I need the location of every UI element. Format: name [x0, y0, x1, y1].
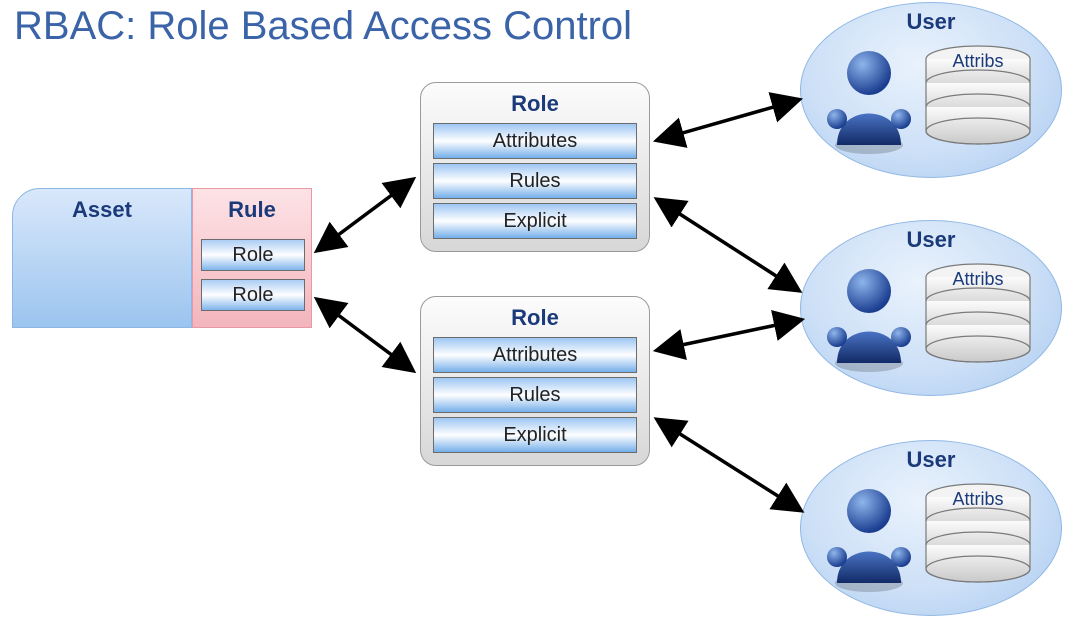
- database-icon: Attribs: [923, 263, 1033, 382]
- diagram-title: RBAC: Role Based Access Control: [14, 4, 632, 49]
- database-label: Attribs: [923, 51, 1033, 72]
- user-3-label: User: [801, 447, 1061, 473]
- database-label: Attribs: [923, 269, 1033, 290]
- database-icon: Attribs: [923, 45, 1033, 164]
- role-panel-1-explicit: Explicit: [433, 203, 637, 239]
- user-1: User Attribs: [800, 2, 1062, 178]
- asset-label: Asset: [13, 197, 191, 223]
- role-panel-1: Role Attributes Rules Explicit: [420, 82, 650, 252]
- role-panel-2-explicit: Explicit: [433, 417, 637, 453]
- rule-role-1: Role: [201, 239, 305, 271]
- role-panel-2-attributes: Attributes: [433, 337, 637, 373]
- role-panel-2-title: Role: [433, 305, 637, 331]
- user-1-label: User: [801, 9, 1061, 35]
- user-icon: [825, 45, 913, 155]
- rule-label: Rule: [193, 197, 311, 223]
- database-icon: Attribs: [923, 483, 1033, 602]
- rule-box: Rule Role Role: [192, 188, 312, 328]
- role-panel-2-rules: Rules: [433, 377, 637, 413]
- role-panel-1-rules: Rules: [433, 163, 637, 199]
- asset-box: Asset: [12, 188, 192, 328]
- database-label: Attribs: [923, 489, 1033, 510]
- user-3: User Attribs: [800, 440, 1062, 616]
- user-2: User Attribs: [800, 220, 1062, 396]
- role-panel-1-title: Role: [433, 91, 637, 117]
- user-2-label: User: [801, 227, 1061, 253]
- role-panel-1-attributes: Attributes: [433, 123, 637, 159]
- role-panel-2: Role Attributes Rules Explicit: [420, 296, 650, 466]
- rule-role-2: Role: [201, 279, 305, 311]
- user-icon: [825, 263, 913, 373]
- user-icon: [825, 483, 913, 593]
